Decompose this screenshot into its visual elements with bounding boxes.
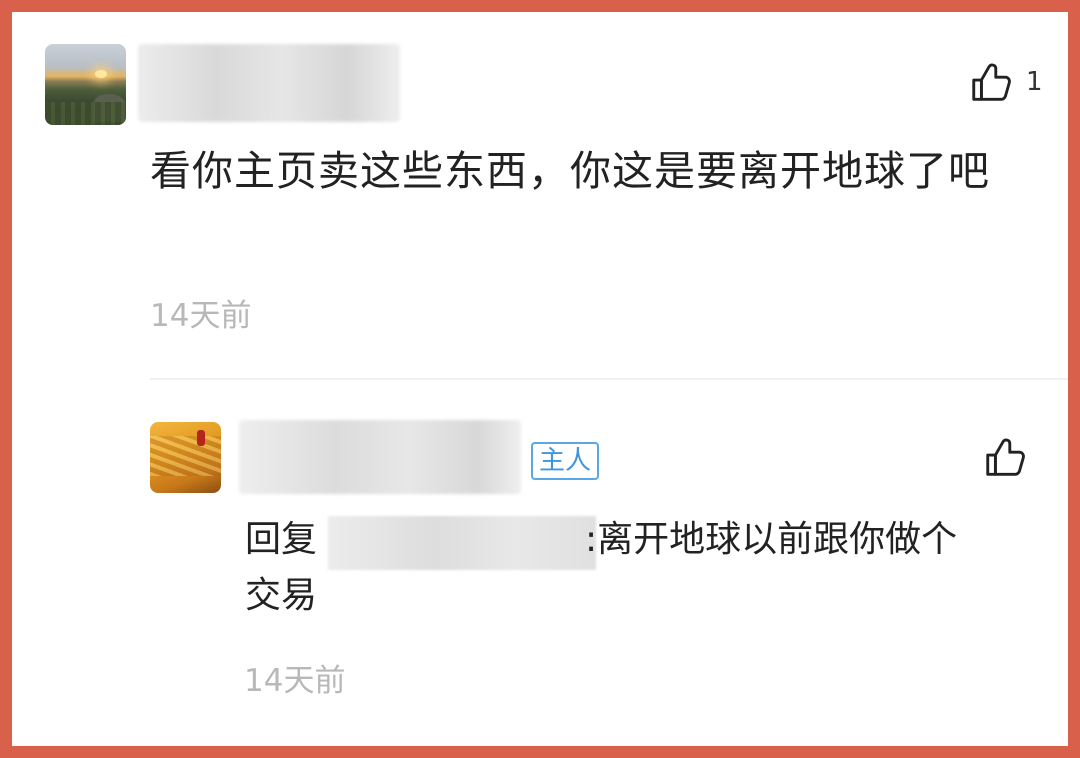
comment-card: 1 看你主页卖这些东西，你这是要离开地球了吧 14天前 主人 回复 :离开地球以前… — [12, 12, 1068, 746]
thumb-up-icon — [982, 434, 1028, 480]
avatar-sun — [95, 70, 107, 78]
reply-time: 14天前 — [244, 663, 346, 699]
comment-like-count: 1 — [1026, 67, 1043, 97]
reply-target-gap — [317, 550, 585, 551]
comment-time: 14天前 — [150, 298, 252, 334]
reply-line-2: 交易 — [245, 575, 318, 616]
commenter-name-blurred[interactable] — [138, 44, 400, 122]
owner-avatar[interactable] — [150, 422, 221, 493]
avatar-field — [150, 436, 221, 476]
reply-text: 回复 :离开地球以前跟你做个 交易 — [245, 512, 1045, 624]
thumb-up-icon — [968, 59, 1014, 105]
reply-divider — [150, 378, 1068, 380]
commenter-avatar[interactable] — [45, 44, 126, 125]
owner-badge: 主人 — [531, 442, 600, 480]
comment-like-button[interactable]: 1 — [968, 59, 1043, 105]
avatar-figure — [197, 430, 205, 446]
owner-name-blurred[interactable] — [239, 420, 521, 494]
reply-prefix: 回复 — [245, 519, 318, 560]
comment-text: 看你主页卖这些东西，你这是要离开地球了吧 — [150, 147, 990, 195]
reply-body-1: :离开地球以前跟你做个 — [585, 519, 958, 560]
avatar-grass — [45, 102, 126, 125]
reply-like-button[interactable] — [982, 434, 1028, 480]
reply-line-1: 回复 :离开地球以前跟你做个 — [245, 512, 1045, 568]
